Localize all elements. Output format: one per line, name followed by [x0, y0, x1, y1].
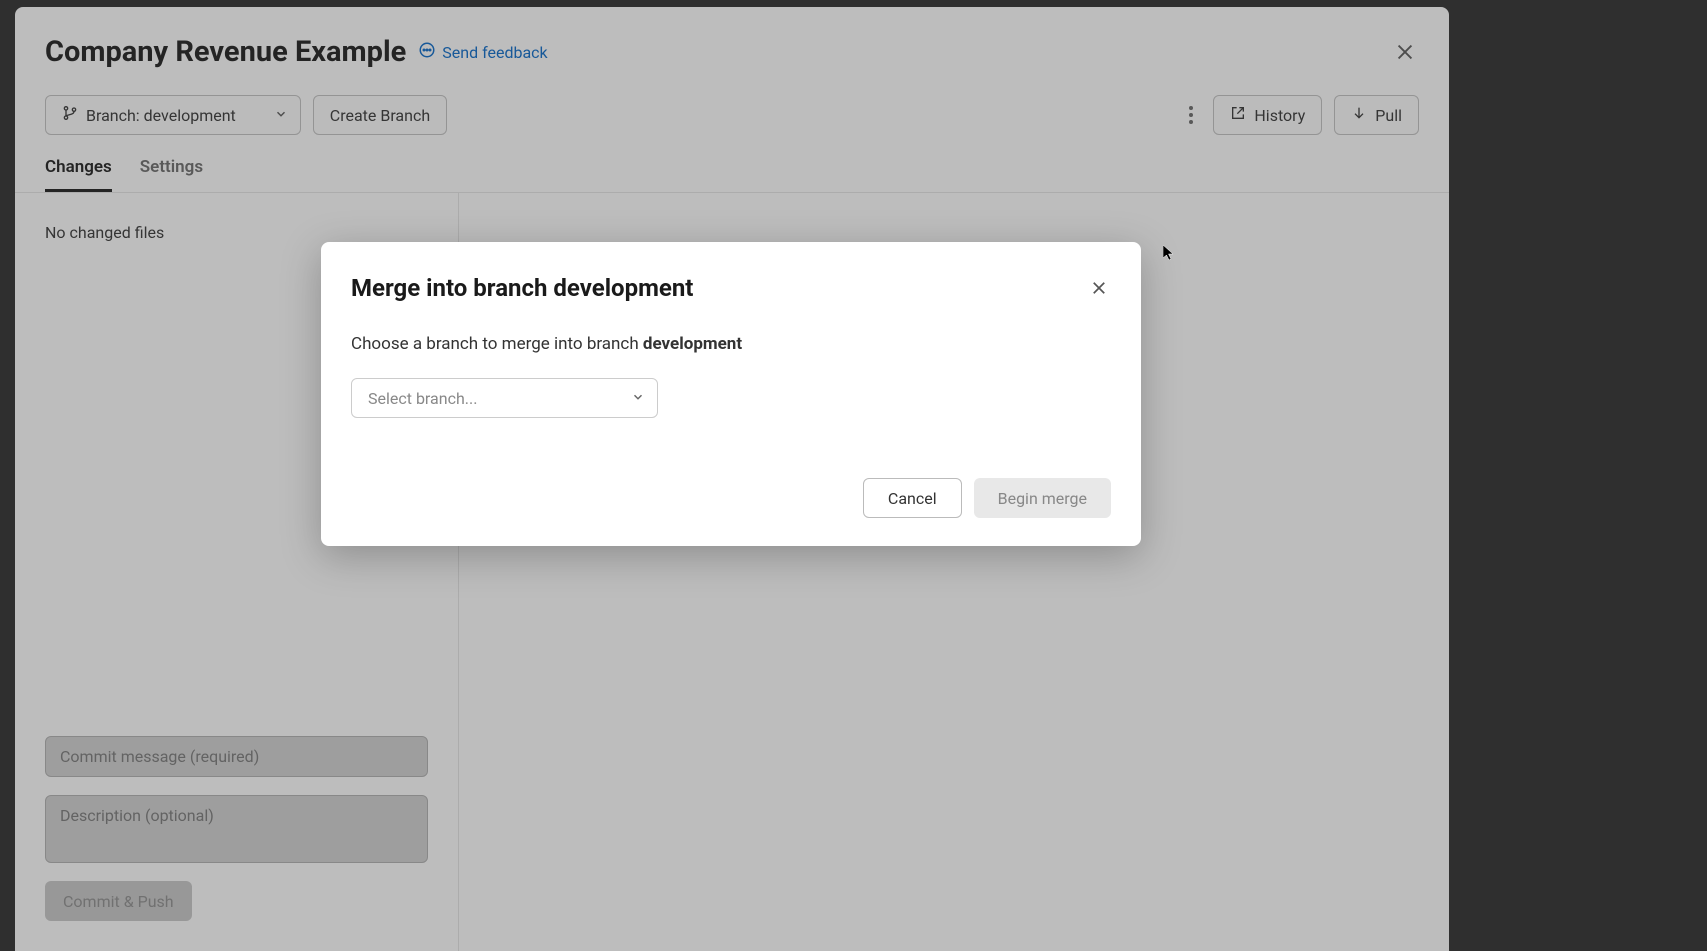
select-placeholder: Select branch...: [368, 389, 477, 408]
instruction-branch: development: [643, 334, 742, 354]
modal-footer: Cancel Begin merge: [351, 478, 1111, 518]
chevron-down-icon: [631, 389, 645, 408]
modal-title: Merge into branch development: [351, 274, 693, 302]
cancel-button[interactable]: Cancel: [863, 478, 962, 518]
modal-instruction: Choose a branch to merge into branch dev…: [351, 334, 1111, 354]
merge-modal: Merge into branch development Choose a b…: [321, 242, 1141, 546]
instruction-prefix: Choose a branch to merge into branch: [351, 334, 643, 354]
begin-merge-button[interactable]: Begin merge: [974, 478, 1111, 518]
modal-close-button[interactable]: [1087, 276, 1111, 300]
modal-header: Merge into branch development: [351, 274, 1111, 302]
branch-select[interactable]: Select branch...: [351, 378, 658, 418]
